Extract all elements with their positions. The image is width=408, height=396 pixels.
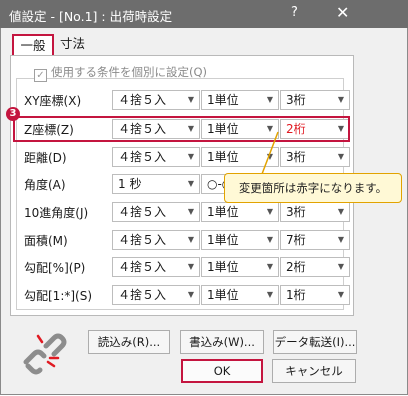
save-button[interactable]: 書込み(W)...	[180, 330, 264, 354]
data-transfer-button[interactable]: データ転送(I)...	[273, 330, 357, 354]
ok-button[interactable]: OK	[181, 359, 263, 383]
cancel-button[interactable]: キャンセル	[272, 359, 356, 383]
annotation-callout: 変更箇所は赤字になります。	[224, 173, 402, 203]
broken-chain-link-icon	[23, 333, 67, 375]
load-button[interactable]: 読込み(R)...	[88, 330, 170, 354]
